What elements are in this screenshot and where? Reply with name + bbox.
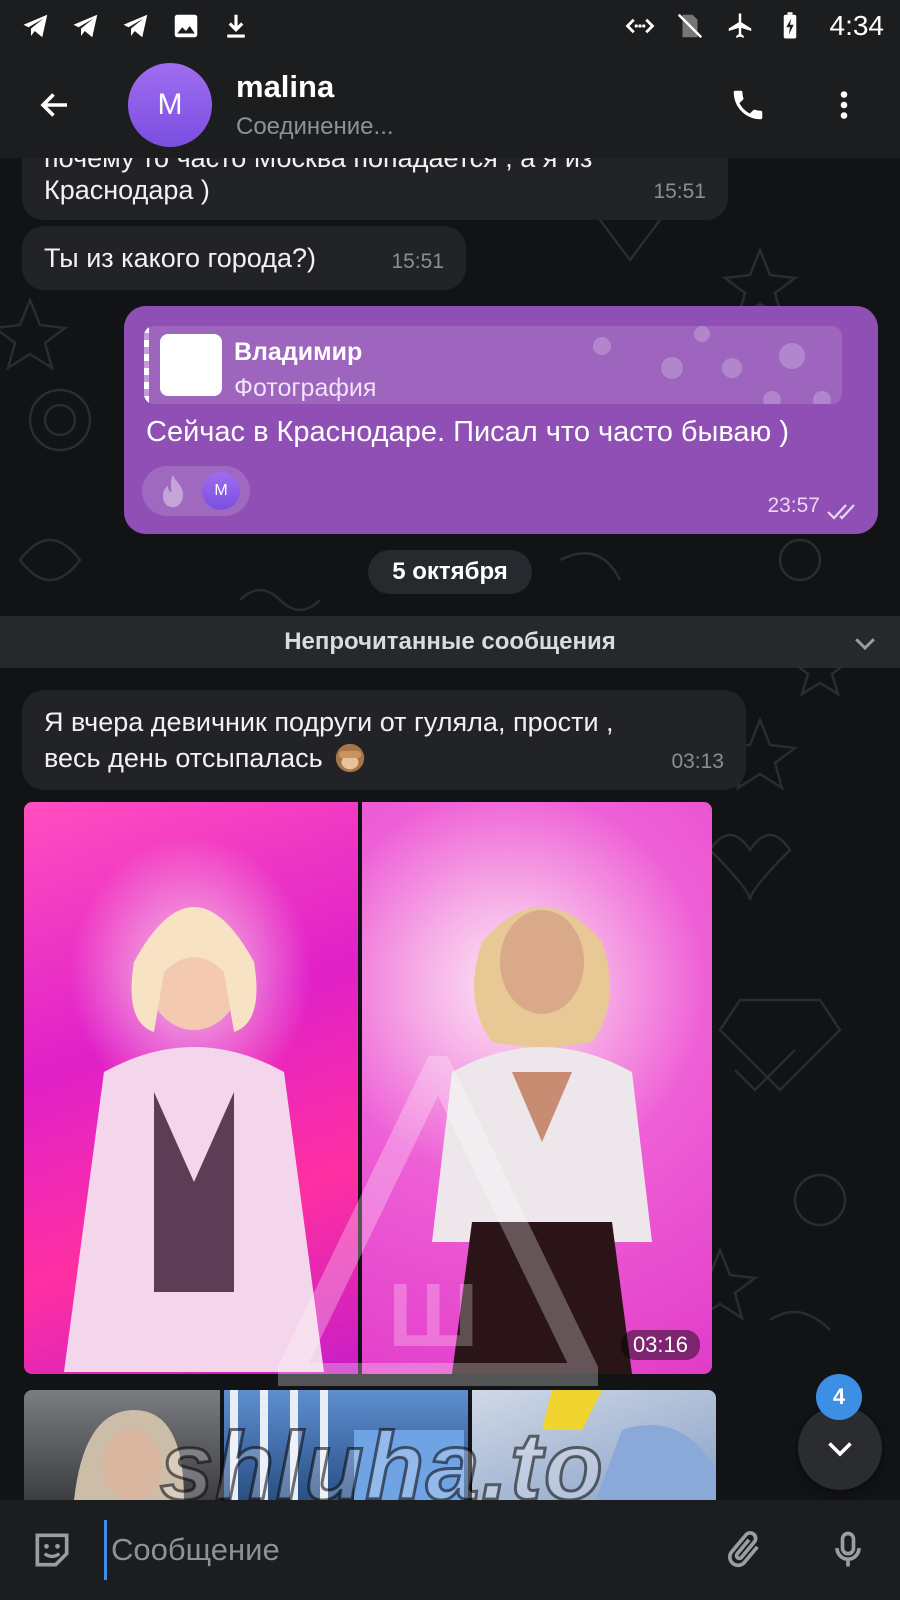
message-text: Сейчас в Краснодаре. Писал что часто быв…: [146, 416, 790, 448]
more-menu-button[interactable]: [796, 52, 892, 158]
message-input[interactable]: [104, 1520, 692, 1580]
image-icon: [170, 10, 202, 42]
unread-separator: Непрочитанные сообщения: [0, 616, 900, 668]
message-text-line2: весь день отсыпалась: [44, 743, 323, 773]
chat-title-block[interactable]: malina Соединение...: [236, 69, 700, 141]
microphone-icon: [835, 1531, 861, 1567]
voice-record-button[interactable]: [796, 1500, 900, 1600]
clock: 4:34: [829, 10, 885, 41]
phone-icon: [733, 90, 763, 120]
more-vertical-icon: [840, 91, 848, 119]
reaction-avatar: M: [202, 472, 240, 510]
message-incoming[interactable]: Ты из какого города?) 15:51: [22, 226, 466, 290]
download-icon: [220, 10, 252, 42]
chat-header: M malina Соединение...: [0, 52, 900, 158]
message-time: 03:13: [671, 750, 724, 773]
reaction-chip[interactable]: M: [142, 466, 250, 516]
svg-text:Ш: Ш: [388, 1266, 478, 1366]
avatar[interactable]: M: [128, 63, 212, 147]
sticker-button[interactable]: [0, 1500, 104, 1600]
telegram-icon: [20, 10, 52, 42]
reply-thumbnail: [160, 334, 222, 396]
message-composer: [0, 1500, 900, 1600]
message-time: 15:51: [391, 250, 444, 273]
reply-type: Фотография: [234, 374, 377, 402]
connection-status: Соединение...: [236, 113, 394, 140]
reply-author: Владимир: [234, 338, 363, 366]
reply-preview[interactable]: Владимир Фотография: [144, 326, 842, 404]
paperclip-icon: [728, 1531, 759, 1568]
attach-button[interactable]: [692, 1500, 796, 1600]
message-outgoing[interactable]: Владимир Фотография Сейчас в Краснодаре.…: [124, 306, 878, 534]
telegram-icon: [70, 10, 102, 42]
back-button[interactable]: [0, 52, 110, 158]
unread-label: Непрочитанные сообщения: [284, 628, 616, 655]
network-code-icon: [624, 10, 656, 42]
arrow-left-icon: [40, 93, 67, 117]
unread-count-badge: 4: [816, 1374, 862, 1420]
telegram-icon: [120, 10, 152, 42]
chevron-down-icon: [828, 1442, 852, 1457]
message-text: Ты из какого города?): [44, 243, 316, 273]
double-check-icon: [827, 504, 855, 520]
status-bar: 4:34: [0, 0, 900, 52]
date-separator: 5 октября: [368, 550, 532, 594]
message-time: 15:51: [653, 180, 706, 203]
airplane-icon: [724, 10, 756, 42]
chevron-down-icon[interactable]: [850, 628, 880, 658]
tiger-pattern-decoration: [593, 326, 831, 404]
message-incoming[interactable]: Я вчера девичник подруги от гуляла, прос…: [22, 690, 746, 790]
see-no-evil-monkey-icon: [335, 743, 364, 773]
photo-time: 03:16: [620, 1330, 700, 1360]
message-text: Краснодара ): [44, 175, 210, 205]
status-notifications: [20, 10, 252, 42]
message-time: 23:57: [767, 494, 820, 517]
sticker-smile-icon: [35, 1533, 69, 1567]
watermark-logo: Ш: [278, 1056, 598, 1386]
message-text-line1: Я вчера девичник подруги от гуляла, прос…: [44, 707, 614, 737]
message-text-line2-wrap: весь день отсыпалась: [44, 740, 367, 776]
fire-icon: [163, 474, 183, 508]
chat-name: malina: [236, 69, 335, 104]
status-system: 4:34: [624, 10, 885, 42]
battery-charging-icon: [774, 10, 806, 42]
no-sim-icon: [674, 10, 706, 42]
call-button[interactable]: [700, 52, 796, 158]
reply-accent-bar: [144, 326, 149, 404]
